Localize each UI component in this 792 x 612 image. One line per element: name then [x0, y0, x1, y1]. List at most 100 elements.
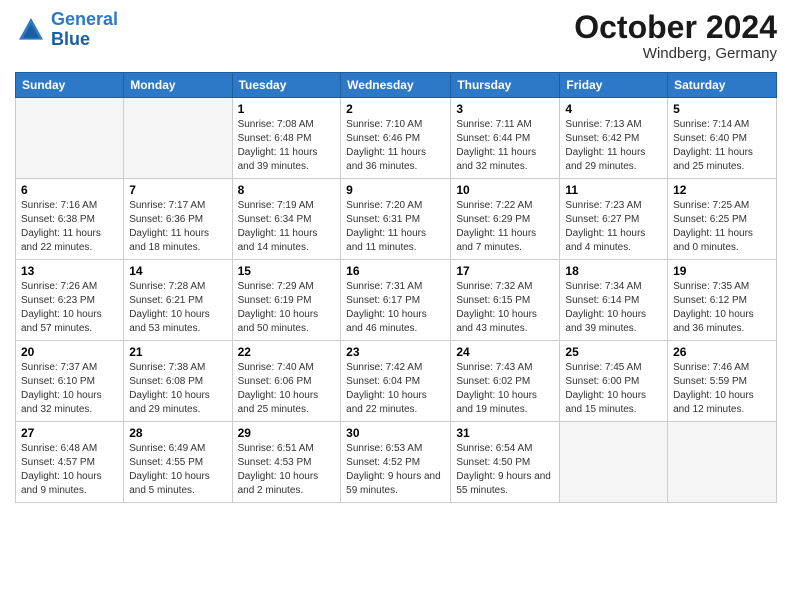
col-header-sunday: Sunday: [16, 73, 124, 98]
title-block: October 2024 Windberg, Germany: [574, 10, 777, 62]
day-number: 22: [238, 345, 336, 359]
calendar-cell: 8Sunrise: 7:19 AM Sunset: 6:34 PM Daylig…: [232, 179, 341, 260]
day-number: 20: [21, 345, 118, 359]
day-number: 16: [346, 264, 445, 278]
day-number: 4: [565, 102, 662, 116]
logo-text: General Blue: [51, 10, 118, 50]
calendar-cell: 2Sunrise: 7:10 AM Sunset: 6:46 PM Daylig…: [341, 98, 451, 179]
col-header-tuesday: Tuesday: [232, 73, 341, 98]
day-number: 27: [21, 426, 118, 440]
day-info: Sunrise: 7:13 AM Sunset: 6:42 PM Dayligh…: [565, 118, 662, 174]
day-info: Sunrise: 7:17 AM Sunset: 6:36 PM Dayligh…: [129, 199, 226, 255]
day-number: 10: [456, 183, 554, 197]
day-info: Sunrise: 6:51 AM Sunset: 4:53 PM Dayligh…: [238, 442, 336, 498]
day-info: Sunrise: 7:32 AM Sunset: 6:15 PM Dayligh…: [456, 280, 554, 336]
day-number: 30: [346, 426, 445, 440]
col-header-thursday: Thursday: [451, 73, 560, 98]
day-info: Sunrise: 7:31 AM Sunset: 6:17 PM Dayligh…: [346, 280, 445, 336]
day-info: Sunrise: 7:40 AM Sunset: 6:06 PM Dayligh…: [238, 361, 336, 417]
calendar-week-row: 20 Sunrise: 7:37 AM Sunset: 6:10 PM Dayli…: [16, 341, 777, 422]
day-info: Sunrise: 7:28 AM Sunset: 6:21 PM Dayligh…: [129, 280, 226, 336]
day-info: Sunrise: 7:23 AM Sunset: 6:27 PM Dayligh…: [565, 199, 662, 255]
day-info: Sunrise: 6:48 AM Sunset: 4:57 PM Dayligh…: [21, 442, 118, 498]
day-number: 1: [238, 102, 336, 116]
calendar-cell: 29Sunrise: 6:51 AM Sunset: 4:53 PM Dayli…: [232, 422, 341, 503]
day-info: Sunrise: 7:45 AM Sunset: 6:00 PM Dayligh…: [565, 361, 662, 417]
subtitle: Windberg, Germany: [574, 45, 777, 62]
calendar-cell: 20 Sunrise: 7:37 AM Sunset: 6:10 PM Dayli…: [16, 341, 124, 422]
day-info: Sunrise: 7:11 AM Sunset: 6:44 PM Dayligh…: [456, 118, 554, 174]
calendar-week-row: 27 Sunrise: 6:48 AM Sunset: 4:57 PM Dayli…: [16, 422, 777, 503]
col-header-wednesday: Wednesday: [341, 73, 451, 98]
day-info: Sunrise: 7:43 AM Sunset: 6:02 PM Dayligh…: [456, 361, 554, 417]
calendar-cell: 15Sunrise: 7:29 AM Sunset: 6:19 PM Dayli…: [232, 260, 341, 341]
calendar-week-row: 13Sunrise: 7:26 AM Sunset: 6:23 PM Dayli…: [16, 260, 777, 341]
col-header-friday: Friday: [560, 73, 668, 98]
calendar-cell: [560, 422, 668, 503]
day-number: 23: [346, 345, 445, 359]
day-number: 17: [456, 264, 554, 278]
day-info: Sunrise: 7:20 AM Sunset: 6:31 PM Dayligh…: [346, 199, 445, 255]
logo: General Blue: [15, 10, 118, 50]
calendar-cell: 5Sunrise: 7:14 AM Sunset: 6:40 PM Daylig…: [668, 98, 777, 179]
calendar-cell: 16 Sunrise: 7:31 AM Sunset: 6:17 PM Dayli…: [341, 260, 451, 341]
calendar-cell: 1 Sunrise: 7:08 AM Sunset: 6:48 PM Daylig…: [232, 98, 341, 179]
day-info: Sunrise: 7:34 AM Sunset: 6:14 PM Dayligh…: [565, 280, 662, 336]
logo-icon: [15, 14, 47, 46]
calendar-cell: 9 Sunrise: 7:20 AM Sunset: 6:31 PM Daylig…: [341, 179, 451, 260]
calendar-week-row: 1 Sunrise: 7:08 AM Sunset: 6:48 PM Daylig…: [16, 98, 777, 179]
calendar-cell: 19 Sunrise: 7:35 AM Sunset: 6:12 PM Dayli…: [668, 260, 777, 341]
calendar-cell: 23Sunrise: 7:42 AM Sunset: 6:04 PM Dayli…: [341, 341, 451, 422]
calendar-cell: 13Sunrise: 7:26 AM Sunset: 6:23 PM Dayli…: [16, 260, 124, 341]
day-number: 28: [129, 426, 226, 440]
header: General Blue October 2024 Windberg, Germ…: [15, 10, 777, 62]
day-info: Sunrise: 7:46 AM Sunset: 5:59 PM Dayligh…: [673, 361, 771, 417]
calendar-week-row: 6 Sunrise: 7:16 AM Sunset: 6:38 PM Daylig…: [16, 179, 777, 260]
calendar-cell: 27 Sunrise: 6:48 AM Sunset: 4:57 PM Dayli…: [16, 422, 124, 503]
day-info: Sunrise: 7:38 AM Sunset: 6:08 PM Dayligh…: [129, 361, 226, 417]
calendar-cell: 18 Sunrise: 7:34 AM Sunset: 6:14 PM Dayli…: [560, 260, 668, 341]
calendar-cell: 25 Sunrise: 7:45 AM Sunset: 6:00 PM Dayli…: [560, 341, 668, 422]
day-info: Sunrise: 7:26 AM Sunset: 6:23 PM Dayligh…: [21, 280, 118, 336]
calendar-cell: 31Sunrise: 6:54 AM Sunset: 4:50 PM Dayli…: [451, 422, 560, 503]
calendar-header-row: SundayMondayTuesdayWednesdayThursdayFrid…: [16, 73, 777, 98]
day-number: 9: [346, 183, 445, 197]
calendar-cell: 4 Sunrise: 7:13 AM Sunset: 6:42 PM Daylig…: [560, 98, 668, 179]
calendar-cell: 10 Sunrise: 7:22 AM Sunset: 6:29 PM Dayli…: [451, 179, 560, 260]
calendar-table: SundayMondayTuesdayWednesdayThursdayFrid…: [15, 72, 777, 503]
calendar-cell: 26 Sunrise: 7:46 AM Sunset: 5:59 PM Dayli…: [668, 341, 777, 422]
day-info: Sunrise: 7:08 AM Sunset: 6:48 PM Dayligh…: [238, 118, 336, 174]
day-info: Sunrise: 6:53 AM Sunset: 4:52 PM Dayligh…: [346, 442, 445, 498]
calendar-cell: 24 Sunrise: 7:43 AM Sunset: 6:02 PM Dayli…: [451, 341, 560, 422]
day-number: 6: [21, 183, 118, 197]
month-title: October 2024: [574, 10, 777, 45]
calendar-cell: 7Sunrise: 7:17 AM Sunset: 6:36 PM Daylig…: [124, 179, 232, 260]
calendar-cell: 17 Sunrise: 7:32 AM Sunset: 6:15 PM Dayli…: [451, 260, 560, 341]
day-info: Sunrise: 7:16 AM Sunset: 6:38 PM Dayligh…: [21, 199, 118, 255]
col-header-saturday: Saturday: [668, 73, 777, 98]
page: General Blue October 2024 Windberg, Germ…: [0, 0, 792, 612]
day-info: Sunrise: 7:22 AM Sunset: 6:29 PM Dayligh…: [456, 199, 554, 255]
day-number: 19: [673, 264, 771, 278]
day-info: Sunrise: 6:49 AM Sunset: 4:55 PM Dayligh…: [129, 442, 226, 498]
calendar-cell: 6 Sunrise: 7:16 AM Sunset: 6:38 PM Daylig…: [16, 179, 124, 260]
day-number: 25: [565, 345, 662, 359]
day-info: Sunrise: 7:14 AM Sunset: 6:40 PM Dayligh…: [673, 118, 771, 174]
day-number: 24: [456, 345, 554, 359]
calendar-cell: [124, 98, 232, 179]
day-number: 18: [565, 264, 662, 278]
day-info: Sunrise: 7:10 AM Sunset: 6:46 PM Dayligh…: [346, 118, 445, 174]
calendar-cell: 14 Sunrise: 7:28 AM Sunset: 6:21 PM Dayli…: [124, 260, 232, 341]
day-number: 14: [129, 264, 226, 278]
day-info: Sunrise: 7:29 AM Sunset: 6:19 PM Dayligh…: [238, 280, 336, 336]
day-number: 8: [238, 183, 336, 197]
calendar-cell: 12Sunrise: 7:25 AM Sunset: 6:25 PM Dayli…: [668, 179, 777, 260]
day-number: 21: [129, 345, 226, 359]
calendar-cell: 30 Sunrise: 6:53 AM Sunset: 4:52 PM Dayli…: [341, 422, 451, 503]
day-number: 12: [673, 183, 771, 197]
day-info: Sunrise: 7:35 AM Sunset: 6:12 PM Dayligh…: [673, 280, 771, 336]
day-number: 26: [673, 345, 771, 359]
calendar-cell: 22 Sunrise: 7:40 AM Sunset: 6:06 PM Dayli…: [232, 341, 341, 422]
day-info: Sunrise: 7:37 AM Sunset: 6:10 PM Dayligh…: [21, 361, 118, 417]
calendar-cell: 21 Sunrise: 7:38 AM Sunset: 6:08 PM Dayli…: [124, 341, 232, 422]
